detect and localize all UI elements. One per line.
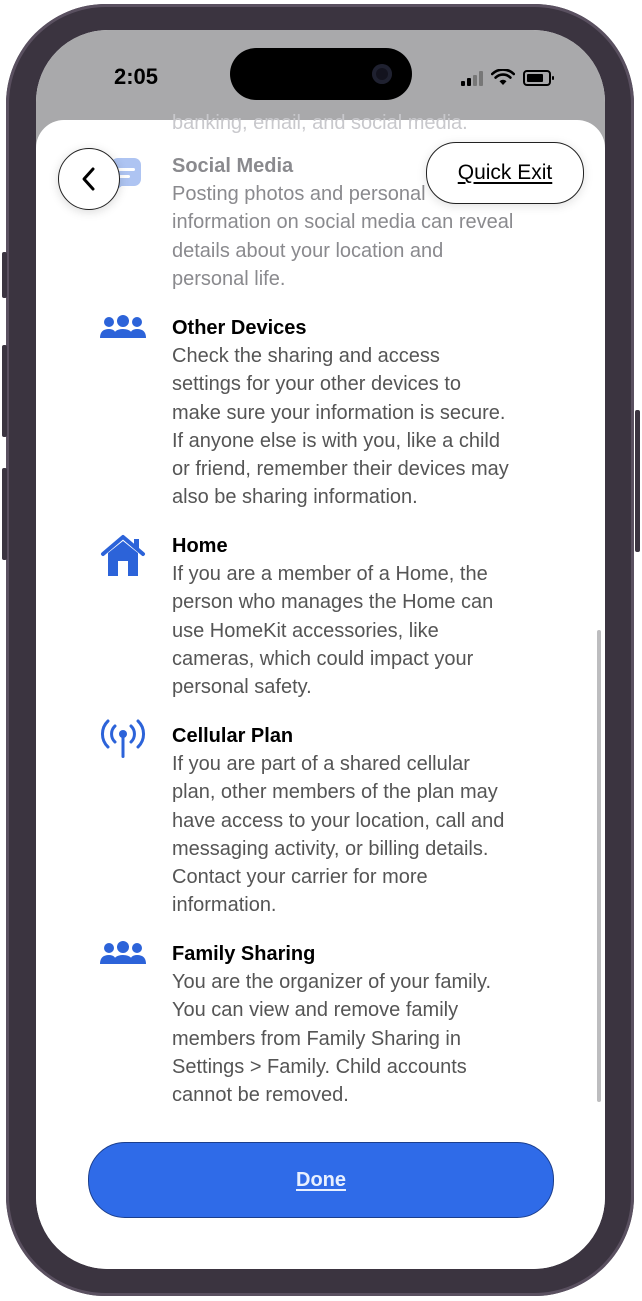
dynamic-island — [230, 48, 412, 100]
cellular-signal-icon — [461, 70, 483, 86]
back-button[interactable] — [58, 148, 120, 210]
wifi-icon — [491, 69, 515, 85]
action-button — [2, 252, 7, 298]
camera-icon — [372, 64, 392, 84]
status-time: 2:05 — [114, 64, 159, 89]
screen: 2:05 banking, email, and social media. S… — [36, 30, 605, 1269]
item-title: Other Devices — [172, 317, 307, 339]
house-icon — [96, 535, 150, 576]
done-button[interactable]: Done — [88, 1142, 554, 1218]
volume-down-button — [2, 468, 7, 560]
volume-up-button — [2, 345, 7, 437]
safety-check-sheet: banking, email, and social media. Social… — [36, 112, 605, 1269]
people-group-icon — [96, 308, 150, 348]
status-icons — [461, 68, 554, 88]
item-description: You are the organizer of your family. Yo… — [172, 971, 492, 1107]
people-group-icon — [96, 934, 150, 974]
scrollbar[interactable] — [597, 630, 601, 1102]
item-title: Family Sharing — [172, 943, 316, 965]
antenna-icon — [96, 719, 150, 760]
previous-item-text: banking, email, and social media. — [172, 112, 468, 134]
item-title: Home — [172, 535, 228, 557]
item-description: If you are part of a shared cellular pla… — [172, 753, 505, 917]
item-description: If you are a member of a Home, the perso… — [172, 563, 494, 699]
item-title: Cellular Plan — [172, 725, 294, 747]
item-description: Check the sharing and access settings fo… — [172, 345, 509, 509]
battery-icon — [523, 70, 554, 86]
power-button — [635, 410, 640, 552]
quick-exit-button[interactable]: Quick Exit — [426, 142, 584, 204]
chevron-left-icon — [82, 167, 95, 191]
